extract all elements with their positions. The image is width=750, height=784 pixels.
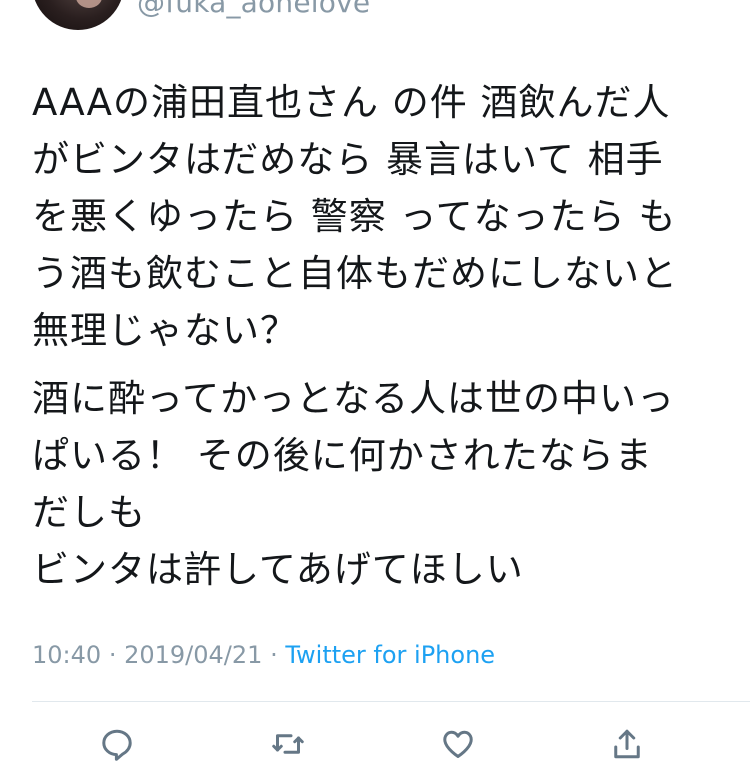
tweet-date: 2019/04/21 (124, 641, 263, 669)
tweet-line: だしも (32, 491, 146, 534)
heart-icon (443, 730, 473, 758)
tweet-time: 10:40 (32, 641, 102, 669)
tweet-line: AAAの浦田直也さん の件 酒飲んだ人 (32, 81, 671, 124)
tweet-line: う酒も飲むこと自体もだめにしないと (32, 252, 678, 295)
avatar[interactable] (32, 0, 124, 30)
meta-separator: · (270, 641, 278, 669)
like-button[interactable] (436, 722, 480, 766)
retweet-icon (272, 734, 304, 754)
tweet-line: 酒に酔ってかっとなる人は世の中いっ (32, 377, 676, 420)
divider (32, 701, 750, 702)
reply-icon (102, 729, 132, 761)
tweet-line: ビンタは許してあげてほしい (32, 548, 524, 591)
retweet-button[interactable] (266, 722, 310, 766)
tweet-line: がビンタはだめなら 暴言はいて 相手 (32, 138, 664, 181)
tweet-text: AAAの浦田直也さん の件 酒飲んだ人 がビンタはだめなら 暴言はいて 相手 を… (32, 74, 722, 598)
tweet-line: 無理じゃない？ (32, 309, 298, 352)
tweet-meta: 10:40 · 2019/04/21 · Twitter for iPhone (32, 638, 495, 672)
tweet-line: を悪くゆったら 警察 ってなったら も (32, 195, 677, 238)
meta-separator: · (108, 641, 117, 669)
share-icon (614, 729, 640, 759)
tweet-line: ぱいる！ その後に何かされたならま (32, 434, 653, 477)
share-button[interactable] (605, 722, 649, 766)
author-handle[interactable]: @fuka_aonelove (137, 0, 370, 20)
tweet-actions (0, 716, 750, 772)
tweet-source-link[interactable]: Twitter for iPhone (285, 641, 495, 669)
tweet-paragraph: AAAの浦田直也さん の件 酒飲んだ人 がビンタはだめなら 暴言はいて 相手 を… (32, 74, 722, 359)
tweet-paragraph: 酒に酔ってかっとなる人は世の中いっ ぱいる！ その後に何かされたならま だしも … (32, 370, 722, 598)
tweet-detail: @fuka_aonelove AAAの浦田直也さん の件 酒飲んだ人 がビンタは… (0, 0, 750, 784)
reply-button[interactable] (95, 722, 139, 766)
